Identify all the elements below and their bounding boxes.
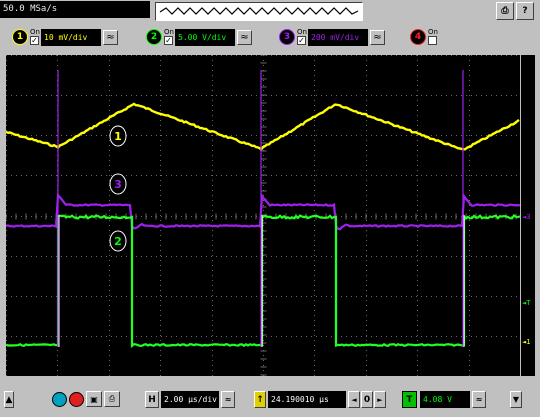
channel-3-on-checkbox[interactable]: ✓ xyxy=(297,36,306,45)
delay-nav-controls: ◄ 0 ► xyxy=(348,391,388,408)
right-marker-column: ◄3 ◄T ◄1 xyxy=(521,55,535,376)
trigger-label-button[interactable]: T xyxy=(402,391,417,408)
trace-label-2-text: 2 xyxy=(114,235,122,248)
waveform-display: 1 3 2 xyxy=(6,55,520,376)
channel-3-on-label: On xyxy=(297,28,307,36)
trigger-level-marker[interactable]: ◄T xyxy=(522,299,530,307)
channel-4-controls: 4 On xyxy=(410,27,438,47)
help-icon[interactable]: ? xyxy=(516,2,534,20)
channel-4-on-checkbox[interactable] xyxy=(428,36,437,45)
channel-2-adjust-button[interactable]: ≈ xyxy=(237,29,252,45)
record-red-icon[interactable] xyxy=(69,391,84,407)
channel-2-on-label: On xyxy=(164,28,174,36)
waveform-overview-window[interactable] xyxy=(155,2,363,21)
color-grade-toolbar: ▣ ⎙ xyxy=(52,390,120,408)
channel-1-controls: 1 On ✓ 10 mV/div ≈ xyxy=(12,27,118,47)
scroll-up-arrow[interactable]: ▲ xyxy=(4,391,14,408)
channel-2-trace xyxy=(6,213,520,349)
bottom-control-bar: ▲ ▣ ⎙ H 2.00 µs/div ≈ ↑ 24.190010 µs ◄ 0… xyxy=(0,383,540,413)
channel-1-adjust-button[interactable]: ≈ xyxy=(103,29,118,45)
trace-label-3: 3 xyxy=(109,173,127,195)
channel-1-on-label: On xyxy=(30,28,40,36)
color-cyan-icon[interactable] xyxy=(52,391,67,407)
trace-label-1-text: 1 xyxy=(114,130,122,143)
channel-2-controls: 2 On ✓ 5.00 V/div ≈ xyxy=(146,27,252,47)
scroll-down-arrow[interactable]: ▼ xyxy=(510,391,522,408)
channel-4-number[interactable]: 4 xyxy=(410,29,426,45)
delay-left-arrow-icon[interactable]: ◄ xyxy=(348,391,360,408)
time-per-div-field[interactable]: 2.00 µs/div xyxy=(161,391,219,408)
trace-label-2: 2 xyxy=(109,230,127,252)
channel-3-scale-field[interactable]: 200 mV/div xyxy=(308,28,368,46)
trigger-level-field[interactable]: 4.08 V xyxy=(420,391,470,408)
trace-label-1: 1 xyxy=(109,125,127,147)
channel-1-on-checkbox[interactable]: ✓ xyxy=(30,36,39,45)
waveform-overview-icon xyxy=(159,7,359,15)
print-screen-icon[interactable]: ⎙ xyxy=(104,391,120,407)
channel-3-offset-marker[interactable]: ◄3 xyxy=(522,213,530,221)
trace-label-3-text: 3 xyxy=(114,178,122,191)
delay-right-arrow-icon[interactable]: ► xyxy=(374,391,386,408)
print-icon[interactable]: ⎙ xyxy=(496,2,514,20)
channel-4-on-label: On xyxy=(428,28,438,36)
save-icon[interactable]: ▣ xyxy=(86,391,102,407)
delay-field[interactable]: 24.190010 µs xyxy=(268,391,346,408)
delay-reference-icon[interactable]: ↑ xyxy=(254,391,266,408)
channel-3-adjust-button[interactable]: ≈ xyxy=(370,29,385,45)
trigger-adjust-button[interactable]: ≈ xyxy=(472,391,486,408)
channel-3-controls: 3 On ✓ 200 mV/div ≈ xyxy=(279,27,385,47)
delay-zero-button[interactable]: 0 xyxy=(361,391,373,408)
channel-2-number[interactable]: 2 xyxy=(146,29,162,45)
channel-2-on-checkbox[interactable]: ✓ xyxy=(164,36,173,45)
horizontal-label-button[interactable]: H xyxy=(145,391,159,408)
channel-2-ground-marker[interactable]: ◄1 xyxy=(522,338,530,346)
channel-2-scale-field[interactable]: 5.00 V/div xyxy=(175,28,235,46)
channel-1-scale-field[interactable]: 10 mV/div xyxy=(41,28,101,46)
time-scale-adjust-button[interactable]: ≈ xyxy=(221,391,235,408)
sample-rate-readout: 50.0 MSa/s xyxy=(0,1,150,18)
channel-3-number[interactable]: 3 xyxy=(279,29,295,45)
oscilloscope-screen[interactable]: 1 3 2 xyxy=(6,55,520,376)
channel-1-number[interactable]: 1 xyxy=(12,29,28,45)
